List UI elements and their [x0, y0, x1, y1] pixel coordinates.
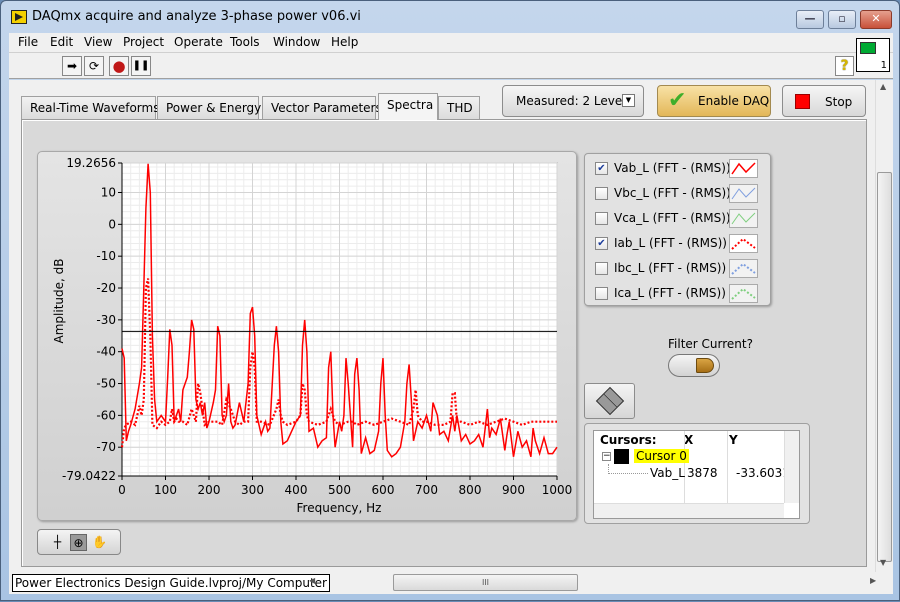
x-tick-label: 700: [415, 483, 438, 497]
column-divider: [727, 431, 728, 503]
y-tick-label: -70: [96, 440, 116, 454]
diamond-navigation-icon: [595, 386, 625, 416]
dotted-line-style-icon: [731, 287, 756, 300]
legend-swatch-vca[interactable]: [729, 209, 758, 228]
x-tick-label: 900: [502, 483, 525, 497]
legend-item-vab[interactable]: ✔ Vab_L (FFT - (RMS)): [595, 159, 765, 179]
x-tick-label: 1000: [542, 483, 573, 497]
cursor-table-horizontal-scrollbar[interactable]: [594, 503, 784, 518]
filter-current-label: Filter Current?: [668, 337, 753, 351]
x-tick-label: 500: [328, 483, 351, 497]
legend-swatch-vab[interactable]: [729, 159, 758, 178]
tree-connector: [608, 464, 648, 474]
project-path: Power Electronics Design Guide.lvproj/My…: [12, 574, 330, 592]
y-tick-label: 19.2656: [66, 156, 116, 170]
y-tick-label: -50: [96, 377, 116, 391]
cursor-name[interactable]: Cursor 0: [634, 449, 689, 463]
y-tick-label: -60: [96, 408, 116, 422]
graph-tools-palette: ┼ ⊕ ✋: [37, 529, 121, 555]
x-tick-label: 200: [198, 483, 221, 497]
scroll-right-arrow-icon[interactable]: ▶: [870, 576, 876, 585]
y-tick-label: -30: [96, 313, 116, 327]
cursor-header-name: Cursors:: [600, 433, 657, 447]
legend-checkbox-ica[interactable]: [595, 287, 608, 300]
legend-label-iab: Iab_L (FFT - (RMS)): [614, 236, 727, 250]
x-tick-label: 100: [154, 483, 177, 497]
legend-label-vbc: Vbc_L (FFT - (RMS)): [614, 186, 731, 200]
dotted-line-style-icon: [731, 237, 756, 250]
legend-swatch-ica[interactable]: [729, 284, 758, 303]
x-tick-label: 400: [285, 483, 308, 497]
legend-item-iab[interactable]: ✔ Iab_L (FFT - (RMS)): [595, 234, 765, 254]
y-tick-label: -20: [96, 281, 116, 295]
legend-item-vca[interactable]: Vca_L (FFT - (RMS)): [595, 209, 765, 229]
legend-item-ica[interactable]: Ica_L (FFT - (RMS)): [595, 284, 765, 304]
legend-item-ibc[interactable]: Ibc_L (FFT - (RMS)): [595, 259, 765, 279]
plot-legend: ✔ Vab_L (FFT - (RMS)) Vbc_L (FFT - (RMS)…: [584, 153, 771, 306]
cursor-color-swatch[interactable]: [614, 449, 629, 464]
zoom-tool-icon[interactable]: ⊕: [70, 534, 87, 551]
horizontal-scrollbar[interactable]: III: [307, 574, 872, 592]
line-style-icon: [731, 187, 756, 200]
collapse-icon[interactable]: −: [602, 452, 611, 461]
y-tick-label: -79.0422: [62, 469, 116, 483]
tab-spectra[interactable]: Spectra: [378, 93, 438, 120]
toggle-knob: [696, 358, 714, 373]
filter-current-toggle[interactable]: [668, 354, 720, 377]
legend-checkbox-vca[interactable]: [595, 212, 608, 225]
y-tick-label: -10: [96, 249, 116, 263]
cursor-x-value: 3878: [687, 466, 718, 480]
legend-item-vbc[interactable]: Vbc_L (FFT - (RMS)): [595, 184, 765, 204]
application-window: DAQmx acquire and analyze 3-phase power …: [0, 0, 900, 601]
cursor-legend: Cursors: X Y − Cursor 0 Vab_L 3878 -33.6…: [584, 423, 810, 524]
cursor-tool-icon[interactable]: ┼: [49, 534, 66, 551]
legend-swatch-iab[interactable]: [729, 234, 758, 253]
line-style-icon: [731, 162, 756, 175]
cursor-header-x: X: [684, 433, 694, 447]
legend-swatch-ibc[interactable]: [729, 259, 758, 278]
legend-swatch-vbc[interactable]: [729, 184, 758, 203]
graph-navigation-button[interactable]: [584, 383, 635, 419]
dotted-line-style-icon: [731, 262, 756, 275]
cursor-y-value: -33.6031: [736, 466, 790, 480]
legend-checkbox-ibc[interactable]: [595, 262, 608, 275]
legend-label-ibc: Ibc_L (FFT - (RMS)): [614, 261, 727, 275]
legend-checkbox-iab[interactable]: ✔: [595, 237, 608, 250]
x-tick-label: 600: [372, 483, 395, 497]
cursor-header-y: Y: [729, 433, 738, 447]
legend-label-vca: Vca_L (FFT - (RMS)): [614, 211, 731, 225]
legend-checkbox-vab[interactable]: ✔: [595, 162, 608, 175]
y-tick-label: -40: [96, 345, 116, 359]
legend-checkbox-vbc[interactable]: [595, 187, 608, 200]
legend-label-vab: Vab_L (FFT - (RMS)): [614, 161, 731, 175]
x-tick-label: 300: [241, 483, 264, 497]
status-bar: Power Electronics Design Guide.lvproj/My…: [9, 572, 893, 594]
cursor-table-vertical-scrollbar[interactable]: [784, 431, 799, 503]
cursor-table: Cursors: X Y − Cursor 0 Vab_L 3878 -33.6…: [593, 430, 800, 519]
x-tick-label: 0: [118, 483, 126, 497]
y-axis-label: Amplitude, dB: [52, 259, 66, 344]
legend-label-ica: Ica_L (FFT - (RMS)): [614, 286, 726, 300]
x-tick-label: 800: [459, 483, 482, 497]
cursor-plot-name: Vab_L: [650, 466, 685, 480]
pan-hand-icon[interactable]: ✋: [91, 534, 108, 551]
line-style-icon: [731, 212, 756, 225]
x-axis-label: Frequency, Hz: [297, 501, 382, 515]
y-tick-label: 0: [108, 217, 116, 231]
horizontal-scroll-thumb[interactable]: III: [393, 574, 578, 591]
y-tick-label: 10: [101, 186, 116, 200]
